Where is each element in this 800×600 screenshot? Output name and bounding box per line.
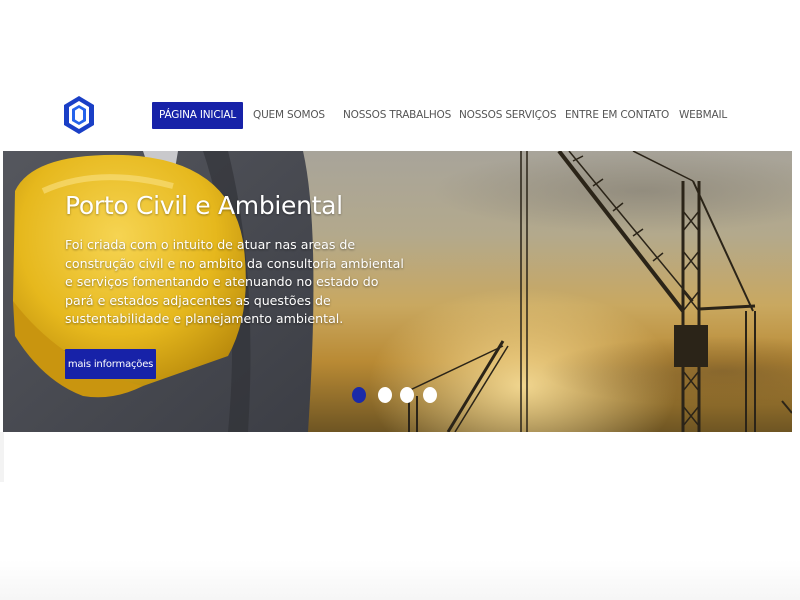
hexagon-logo-icon[interactable] xyxy=(63,95,95,135)
slide-dot-1[interactable] xyxy=(352,387,366,403)
more-info-button[interactable]: mais informações xyxy=(65,349,156,379)
slide-dot-3[interactable] xyxy=(400,387,414,403)
slide-dot-4[interactable] xyxy=(423,387,437,403)
nav-quem-somos[interactable]: QUEM SOMOS xyxy=(253,102,325,129)
hero-title: Porto Civil e Ambiental xyxy=(65,191,343,220)
nav-entre-em-contato[interactable]: ENTRE EM CONTATO xyxy=(565,102,669,129)
page-bottom xyxy=(0,560,800,600)
nav-nossos-servicos[interactable]: NOSSOS SERVIÇOS xyxy=(459,102,556,129)
nav-webmail[interactable]: WEBMAIL xyxy=(679,102,727,129)
hero-description: Foi criada com o intuito de atuar nas ar… xyxy=(65,237,404,326)
hero-slider: Porto Civil e Ambiental Foi criada com o… xyxy=(3,151,792,432)
slide-dot-2[interactable] xyxy=(378,387,392,403)
divider xyxy=(0,432,4,482)
nav-nossos-trabalhos[interactable]: NOSSOS TRABALHOS xyxy=(343,102,451,129)
nav-pagina-inicial[interactable]: PÁGINA INICIAL xyxy=(152,102,243,129)
